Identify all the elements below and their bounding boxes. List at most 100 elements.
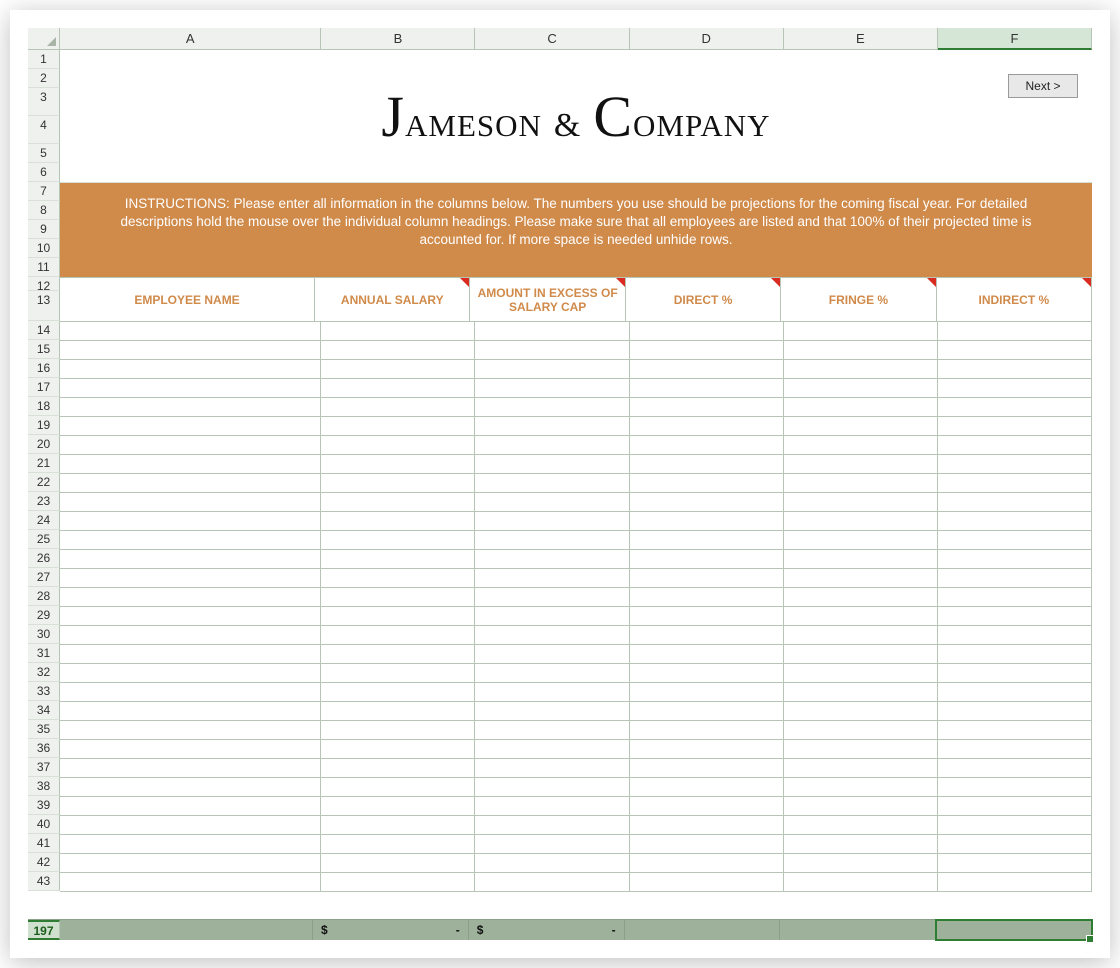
cell[interactable] — [60, 569, 321, 588]
cell[interactable] — [630, 835, 784, 854]
table-header-cell[interactable]: INDIRECT % — [937, 278, 1092, 321]
row-header[interactable]: 12 — [28, 277, 60, 291]
row-header[interactable]: 2 — [28, 69, 60, 88]
row-header[interactable]: 27 — [28, 568, 60, 587]
cell[interactable] — [784, 816, 938, 835]
row-header[interactable]: 30 — [28, 625, 60, 644]
totals-cell[interactable]: $- — [313, 920, 469, 940]
cell[interactable] — [938, 702, 1092, 721]
row-header[interactable]: 37 — [28, 758, 60, 777]
cell[interactable] — [60, 493, 321, 512]
cell[interactable] — [60, 379, 321, 398]
row-header[interactable]: 25 — [28, 530, 60, 549]
row-header[interactable]: 16 — [28, 359, 60, 378]
cell[interactable] — [784, 645, 938, 664]
row-header[interactable]: 24 — [28, 511, 60, 530]
cell[interactable] — [630, 721, 784, 740]
cell[interactable] — [60, 702, 321, 721]
row-header[interactable]: 41 — [28, 834, 60, 853]
cell[interactable] — [321, 797, 475, 816]
cell[interactable] — [60, 436, 321, 455]
row-header[interactable]: 39 — [28, 796, 60, 815]
cell[interactable] — [784, 341, 938, 360]
cell[interactable] — [321, 873, 475, 892]
cell[interactable] — [938, 341, 1092, 360]
cell[interactable] — [630, 664, 784, 683]
cell[interactable] — [784, 550, 938, 569]
cell[interactable] — [784, 398, 938, 417]
cell[interactable] — [60, 322, 321, 341]
cell[interactable] — [475, 816, 629, 835]
table-header-cell[interactable]: AMOUNT IN EXCESS OF SALARY CAP — [470, 278, 625, 321]
cell[interactable] — [784, 835, 938, 854]
totals-cell[interactable] — [60, 920, 313, 940]
column-header-B[interactable]: B — [321, 28, 475, 50]
cell[interactable] — [784, 569, 938, 588]
cell[interactable] — [475, 588, 629, 607]
cell[interactable] — [938, 569, 1092, 588]
cell[interactable] — [938, 588, 1092, 607]
cell[interactable] — [60, 740, 321, 759]
cell[interactable] — [784, 740, 938, 759]
cell[interactable] — [475, 683, 629, 702]
cell[interactable] — [321, 550, 475, 569]
cell[interactable] — [630, 379, 784, 398]
cell[interactable] — [938, 379, 1092, 398]
cell[interactable] — [784, 531, 938, 550]
cell[interactable] — [475, 398, 629, 417]
cell[interactable] — [321, 854, 475, 873]
totals-cell[interactable] — [625, 920, 781, 940]
row-header[interactable]: 36 — [28, 739, 60, 758]
cell[interactable] — [630, 322, 784, 341]
cell[interactable] — [321, 740, 475, 759]
row-header[interactable]: 21 — [28, 454, 60, 473]
cell[interactable] — [475, 512, 629, 531]
row-header[interactable]: 34 — [28, 701, 60, 720]
cell[interactable] — [938, 835, 1092, 854]
cell[interactable] — [630, 626, 784, 645]
cell[interactable] — [630, 854, 784, 873]
cell[interactable] — [784, 626, 938, 645]
cell[interactable] — [321, 721, 475, 740]
cell[interactable] — [938, 854, 1092, 873]
cell[interactable] — [630, 550, 784, 569]
cell[interactable] — [321, 759, 475, 778]
cell[interactable] — [630, 417, 784, 436]
row-header[interactable]: 5 — [28, 144, 60, 163]
cell[interactable] — [938, 436, 1092, 455]
cell[interactable] — [475, 759, 629, 778]
cell[interactable] — [60, 778, 321, 797]
row-header[interactable]: 14 — [28, 321, 60, 340]
cell[interactable] — [475, 550, 629, 569]
cell[interactable] — [475, 873, 629, 892]
column-header-A[interactable]: A — [60, 28, 321, 50]
cell[interactable] — [60, 854, 321, 873]
cell[interactable] — [784, 854, 938, 873]
cell[interactable] — [784, 873, 938, 892]
column-header-E[interactable]: E — [784, 28, 938, 50]
cell[interactable] — [784, 683, 938, 702]
cell[interactable] — [630, 474, 784, 493]
cell[interactable] — [630, 873, 784, 892]
cell[interactable] — [630, 607, 784, 626]
cell[interactable] — [321, 360, 475, 379]
row-header[interactable]: 10 — [28, 239, 60, 258]
cell[interactable] — [321, 493, 475, 512]
cell[interactable] — [475, 360, 629, 379]
cell[interactable] — [630, 436, 784, 455]
cell[interactable] — [938, 626, 1092, 645]
cell[interactable] — [630, 588, 784, 607]
totals-cell[interactable]: $- — [469, 920, 625, 940]
cell[interactable] — [784, 474, 938, 493]
cell[interactable] — [475, 645, 629, 664]
cell[interactable] — [321, 512, 475, 531]
cell[interactable] — [630, 493, 784, 512]
cell[interactable] — [784, 721, 938, 740]
row-header[interactable]: 6 — [28, 163, 60, 182]
cell[interactable] — [475, 569, 629, 588]
cell[interactable] — [938, 607, 1092, 626]
cell[interactable] — [784, 493, 938, 512]
active-cell[interactable] — [936, 920, 1092, 940]
row-header[interactable]: 31 — [28, 644, 60, 663]
cell[interactable] — [630, 759, 784, 778]
